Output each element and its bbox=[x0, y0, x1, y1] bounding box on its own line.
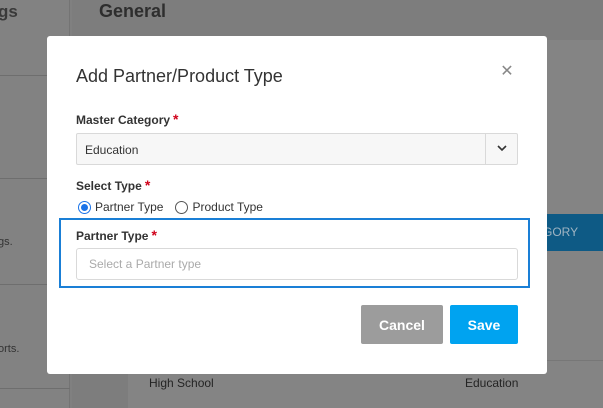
radio-unchecked-icon[interactable] bbox=[175, 200, 189, 214]
save-button[interactable]: Save bbox=[450, 305, 518, 344]
sidebar-text: gs. bbox=[0, 236, 13, 248]
page-title: General bbox=[99, 1, 167, 21]
required-marker: * bbox=[151, 227, 157, 243]
cancel-button[interactable]: Cancel bbox=[361, 305, 443, 344]
required-marker: * bbox=[173, 111, 179, 127]
close-icon[interactable]: ✕ bbox=[499, 64, 515, 80]
radio-checked-icon[interactable] bbox=[78, 200, 91, 214]
table-cell-category: Education bbox=[465, 376, 519, 390]
sidebar-text: orts. bbox=[0, 343, 20, 355]
add-partner-product-type-modal: Add Partner/Product Type ✕ Master Catego… bbox=[47, 36, 547, 374]
master-category-value: Education bbox=[85, 143, 139, 157]
select-type-radio-group: Partner Type Product Type bbox=[78, 199, 275, 215]
modal-title: Add Partner/Product Type bbox=[76, 66, 283, 86]
master-category-select[interactable]: Education bbox=[76, 133, 518, 165]
partner-type-label: Partner Type * bbox=[76, 227, 157, 243]
sidebar-title: gs bbox=[0, 2, 18, 21]
product-type-radio[interactable]: Product Type bbox=[175, 200, 263, 214]
master-category-label: Master Category * bbox=[76, 111, 179, 127]
sidebar-divider bbox=[0, 388, 70, 389]
required-marker: * bbox=[144, 177, 151, 193]
partner-type-radio[interactable]: Partner Type bbox=[78, 200, 163, 214]
select-type-label: Select Type * bbox=[76, 177, 151, 193]
table-cell-name: High School bbox=[149, 376, 214, 390]
partner-type-input[interactable] bbox=[76, 248, 518, 280]
chevron-down-icon[interactable] bbox=[485, 134, 517, 164]
